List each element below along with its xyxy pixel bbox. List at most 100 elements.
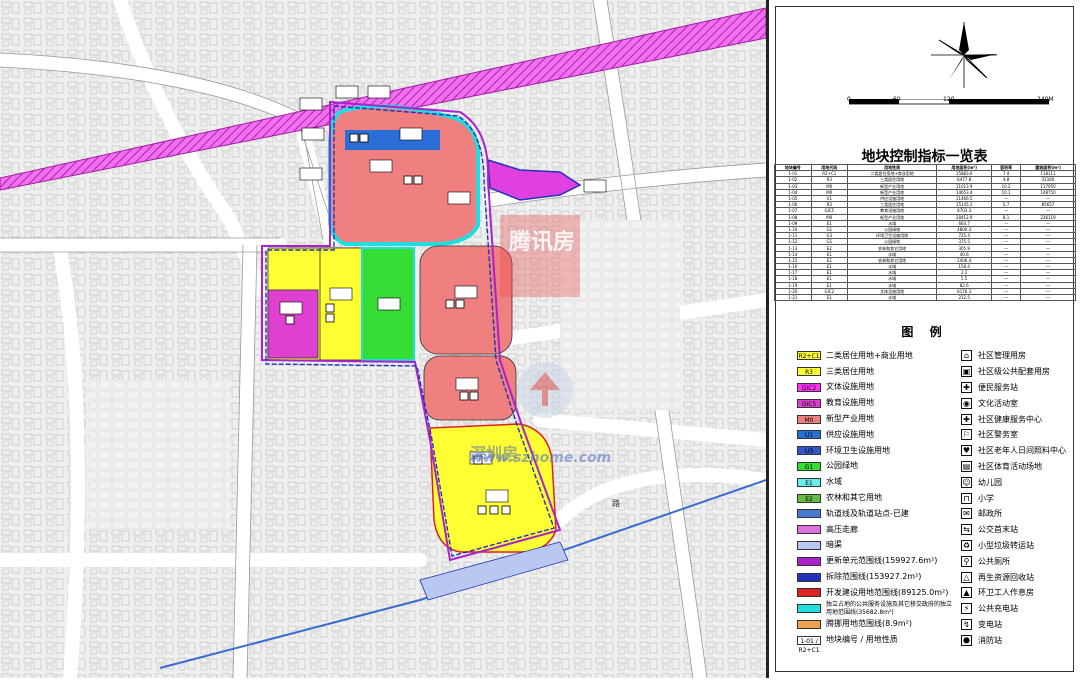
legend-item: E2 农林和其它用地	[797, 490, 954, 506]
scale-tick-0: 0	[847, 96, 851, 103]
legend-item: 1-01 / R2+C1 地块编号 / 用地性质	[797, 632, 954, 654]
legend-item: ⬣ 消防站	[961, 632, 1066, 648]
legend-swatch: E1	[797, 477, 821, 487]
legend-label: 开发建设用地范围线(89125.0m²)	[826, 587, 949, 597]
legend-swatch	[797, 588, 821, 598]
legend-label: 公共充电站	[978, 604, 1018, 614]
legend-swatch: E2	[797, 493, 821, 503]
legend-swatch: U3	[797, 446, 821, 456]
legend-label: 便民服务站	[978, 382, 1018, 392]
ev-charging-icon: ⚡	[961, 603, 972, 615]
planning-map[interactable]: 腾讯房 深圳房 www.szhome.com 路	[0, 0, 773, 682]
legend-label: 邮政所	[978, 509, 1002, 519]
tag-1-04	[454, 285, 478, 299]
legend-swatch	[797, 509, 821, 519]
legend-item: ♥ 社区老年人日间照料中心	[961, 443, 1066, 459]
kindergarten-icon: ☺	[961, 476, 972, 488]
table-cell: 212.5	[936, 293, 993, 302]
legend-label: 再生资源回收站	[978, 572, 1034, 582]
watermark-site: www.szhome.com	[470, 450, 612, 466]
legend-swatch	[797, 604, 821, 614]
legend-swatch	[797, 556, 821, 566]
public-toilet-icon: ⚲	[961, 555, 972, 567]
community-management-icon: ⌂	[961, 350, 972, 362]
legend-label: 社区老年人日间照料中心	[978, 446, 1066, 456]
recycling-station-icon: △	[961, 571, 972, 583]
legend-swatch: GIC5	[797, 398, 821, 408]
legend-label: 小型垃圾转运站	[978, 540, 1034, 550]
legend-swatch: 1-01 / R2+C1	[797, 635, 821, 654]
legend-label: 水域	[826, 477, 842, 487]
tag-1-01	[485, 489, 509, 503]
legend-item: ▲ 环卫工人作息房	[961, 585, 1066, 601]
info-panel: 0 60 120 240M 地块控制指标一览表 地块编号 用地代码 用地性质 用…	[768, 0, 1080, 678]
legend-label: 社区管理用房	[978, 351, 1026, 361]
substation-icon: ↯	[961, 618, 972, 630]
index-table-title: 地块控制指标一览表	[861, 149, 988, 165]
legend-label: 高压走廊	[826, 524, 858, 534]
scale-tick-1: 60	[893, 96, 901, 103]
legend-item: ⌂ 社区管理用房	[961, 348, 1066, 364]
elderly-daycare-icon: ♥	[961, 445, 972, 457]
garbage-transfer-icon: ♻	[961, 539, 972, 551]
legend-item: 拆除范围线(153927.2m²)	[797, 569, 954, 585]
legend-item: 更新单元范围线(159927.6m²)	[797, 553, 954, 569]
district-southwest	[90, 380, 230, 530]
parcel-1-05[interactable]	[345, 130, 440, 150]
legend-item: 轨道线及轨道站点-已建	[797, 506, 954, 522]
legend-label: 社区体育活动场地	[978, 461, 1042, 471]
legend-item: ✚ 便民服务站	[961, 380, 1066, 396]
sanitation-workroom-icon: ▲	[961, 587, 972, 599]
parcel-1-08[interactable]	[328, 104, 481, 246]
legend-facilities: ⌂ 社区管理用房 ▣ 社区级公共配套用房 ✚ 便民服务站 ◉ 文化活动室 ✚ 社区健康服务中心 ⚐ 社…	[961, 348, 1066, 648]
legend-item: ◉ 文化活动室	[961, 395, 1066, 411]
legend-item: ⚐ 社区警务室	[961, 427, 1066, 443]
legend-item: ♻ 小型垃圾转运站	[961, 538, 1066, 554]
legend-item: U3 环境卫生设施用地	[797, 443, 954, 459]
legend-item: R2+C1 二类居住用地+商业用地	[797, 348, 954, 364]
legend-label: 独立占地的公共服务设施及其它移交政府的独立用地范围线(35682.8m²)	[826, 600, 953, 616]
legend-label: 环境卫生设施用地	[826, 445, 890, 455]
legend-item: ⇆ 公交首末站	[961, 522, 1066, 538]
culture-room-icon: ◉	[961, 397, 972, 409]
police-office-icon: ⚐	[961, 429, 972, 441]
bus-terminal-icon: ⇆	[961, 524, 972, 536]
legend-item: ⚡ 公共充电站	[961, 601, 1066, 617]
legend-label: 更新单元范围线(159927.6m²)	[826, 556, 938, 566]
legend-label: 轨道线及轨道站点-已建	[826, 508, 909, 518]
legend-swatch	[797, 619, 821, 629]
tag-1-20	[583, 179, 607, 193]
legend-label: 社区级公共配套用房	[978, 367, 1050, 377]
legend-title: 图 例	[901, 325, 948, 339]
legend-item: 开发建设用地范围线(89125.0m²)	[797, 585, 954, 601]
legend-label: 腾挪用地范围线(8.9m²)	[826, 619, 912, 629]
legend-label: 社区健康服务中心	[978, 414, 1042, 424]
legend-item: ✚ 社区健康服务中心	[961, 411, 1066, 427]
legend-label: 文化活动室	[978, 398, 1018, 408]
tag-1-06	[329, 287, 353, 301]
legend-item: 腾挪用地范围线(8.9m²)	[797, 617, 954, 633]
sports-venue-icon: ▤	[961, 460, 972, 472]
legend-label: 地块编号 / 用地性质	[826, 635, 898, 645]
legend-label: 公共厕所	[978, 556, 1010, 566]
table-cell: 1-21	[774, 293, 812, 302]
legend-label: 教育设施用地	[826, 398, 874, 408]
legend-swatch: G1	[797, 461, 821, 471]
table-cell: 水域	[847, 293, 938, 302]
legend-item: 独立占地的公共服务设施及其它移交政府的独立用地范围线(35682.8m²)	[797, 601, 954, 617]
tag-1-03	[455, 377, 479, 391]
legend-land-use: R2+C1 二类居住用地+商业用地 R3 三类居住用地 GIC2 文体设施用地 GIC5 教育…	[797, 348, 954, 654]
table-cell: —	[991, 293, 1021, 302]
north-arrow-icon	[931, 22, 997, 88]
legend-item: GIC2 文体设施用地	[797, 380, 954, 396]
legend-item: M0 新型产业用地	[797, 411, 954, 427]
legend-label: 公园绿地	[826, 461, 858, 471]
watermark-emblem	[517, 362, 573, 418]
legend-label: 幼儿园	[978, 477, 1002, 487]
legend-label: 文体设施用地	[826, 382, 874, 392]
legend-swatch	[797, 572, 821, 582]
table-row: 1-21 E1 水域 212.5— —	[774, 293, 1076, 302]
legend-label: 小学	[978, 493, 994, 503]
legend-item: ↯ 变电站	[961, 617, 1066, 633]
legend-swatch	[797, 540, 821, 550]
